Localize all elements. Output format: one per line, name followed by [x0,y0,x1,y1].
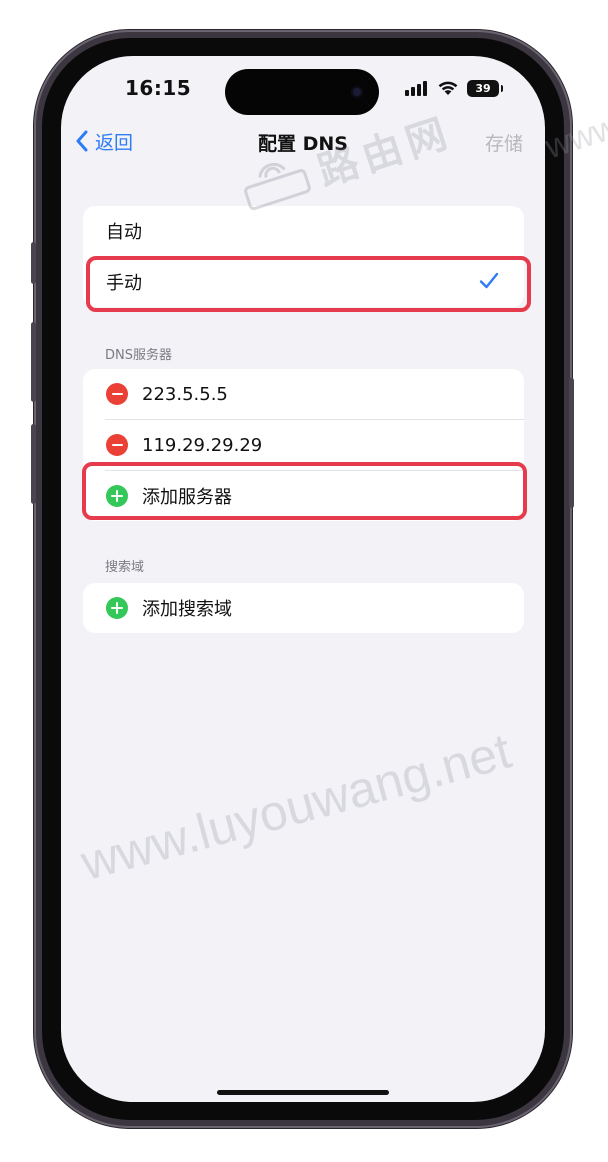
mode-option-label: 手动 [106,273,142,294]
mode-option-manual[interactable]: 手动 [83,257,524,307]
dynamic-island [225,69,379,115]
add-server-button[interactable]: 添加服务器 [83,471,524,521]
wifi-icon [438,81,458,95]
delete-icon[interactable] [106,434,128,456]
dns-server-address[interactable]: 119.29.29.29 [142,435,262,456]
dns-server-address[interactable]: 223.5.5.5 [142,384,228,405]
battery-level: 39 [475,81,491,95]
mode-option-auto[interactable]: 自动 [83,206,524,256]
search-domain-group: 添加搜索域 [83,583,524,633]
dns-server-group: 223.5.5.5 119.29.29.29 添加服务器 [83,369,524,521]
checkmark-icon [479,272,499,289]
search-section-header: 搜索域 [105,560,145,575]
camera-icon [351,86,363,98]
status-time: 16:15 [125,76,192,100]
signal-icon [405,80,427,96]
dns-server-row: 223.5.5.5 [83,369,524,419]
power-button [569,378,574,508]
dns-server-row: 119.29.29.29 [83,420,524,470]
add-search-domain-label: 添加搜索域 [142,599,232,620]
status-icons: 39 [405,78,503,98]
volume-up-button [31,322,36,402]
volume-down-button [31,424,36,504]
delete-icon[interactable] [106,383,128,405]
screen: 16:15 39 返回 配置 DNS 存储 自动 手动 DNS服务器 223.5… [61,56,545,1102]
save-button[interactable]: 存储 [485,129,523,156]
dns-section-header: DNS服务器 [105,348,172,363]
home-indicator[interactable] [217,1090,389,1095]
watermark-logo: 路由网 [233,100,458,223]
page-title: 配置 DNS [258,133,348,155]
add-icon [106,597,128,619]
add-server-label: 添加服务器 [142,487,232,508]
add-icon [106,485,128,507]
battery-icon: 39 [467,79,503,97]
action-button [31,242,36,284]
add-search-domain-button[interactable]: 添加搜索域 [83,583,524,633]
watermark-url: www.luyouwang.net [75,722,517,892]
mode-option-label: 自动 [106,222,142,243]
mode-group: 自动 手动 [83,206,524,307]
